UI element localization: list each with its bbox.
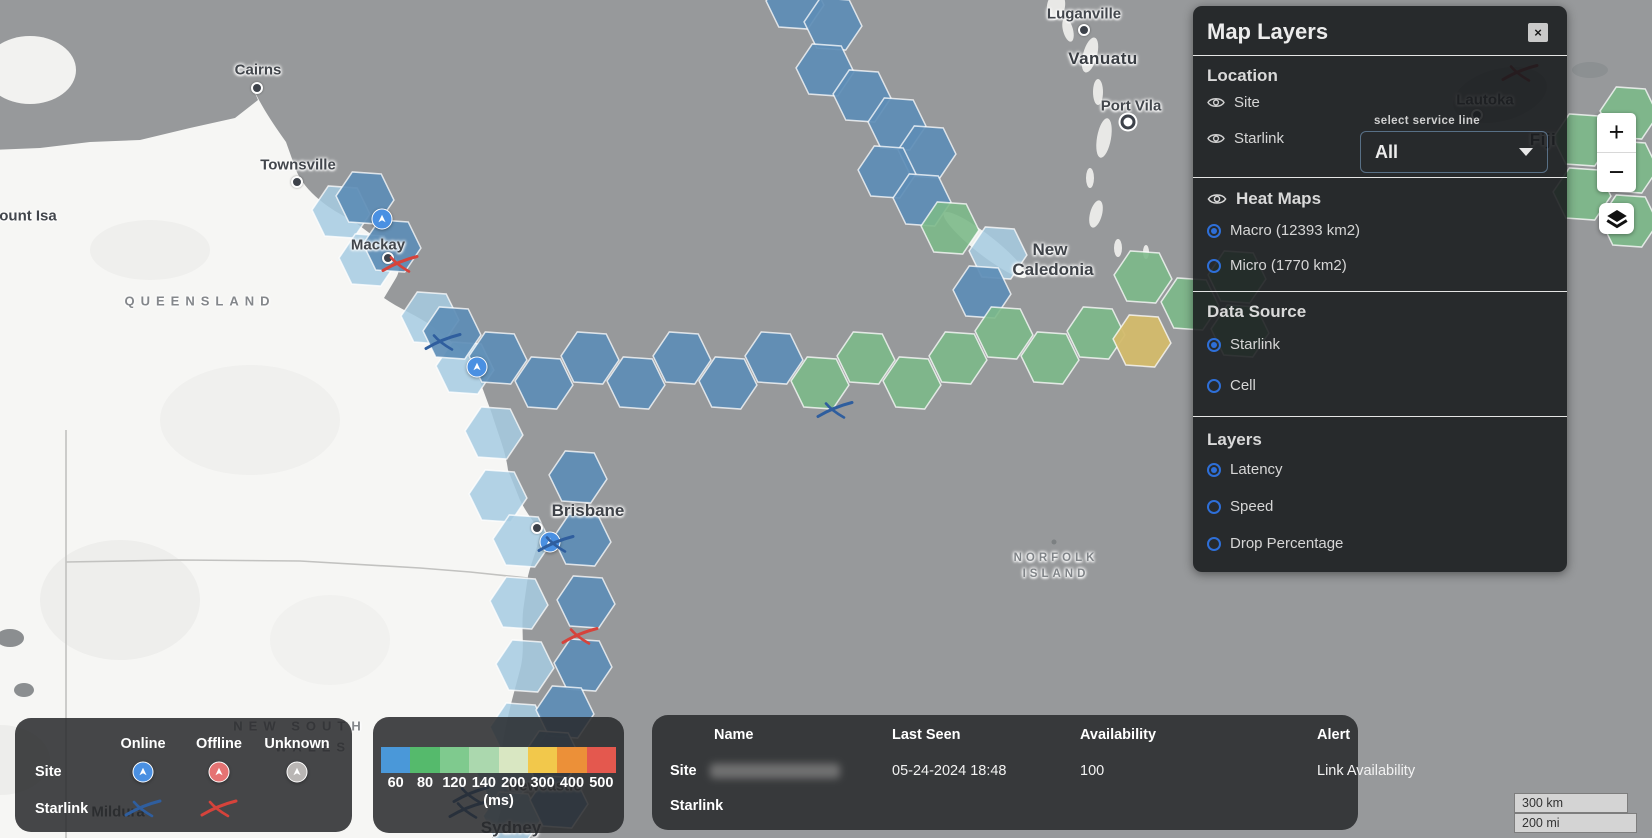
table-header-last-seen: Last Seen xyxy=(892,727,961,743)
latency-tick-label: 500 xyxy=(587,775,616,791)
location-section-title: Location xyxy=(1207,66,1278,86)
latency-color-swatch xyxy=(440,747,469,773)
location-starlink-label: Starlink xyxy=(1234,130,1284,147)
latency-tick-label: 140 xyxy=(469,775,498,791)
latency-color-bar xyxy=(381,747,616,773)
service-line-select-box[interactable]: All xyxy=(1360,131,1548,173)
table-row-starlink-label: Starlink xyxy=(670,798,723,814)
latency-tick-label: 300 xyxy=(528,775,557,791)
latency-color-swatch xyxy=(410,747,439,773)
map-viewport[interactable]: CairnsTownsvilleMackayBrisbaneSydneyNewc… xyxy=(0,0,1652,838)
status-legend-panel: Online Offline Unknown Site Starlink xyxy=(15,718,352,832)
heatmap-option-micro[interactable]: Micro (1770 km2) xyxy=(1207,257,1347,274)
site-unknown-icon xyxy=(287,762,308,783)
site-online-icon xyxy=(133,762,154,783)
radio-unselected-icon[interactable] xyxy=(1207,500,1221,514)
divider xyxy=(1193,55,1567,56)
legend-header-unknown: Unknown xyxy=(264,736,329,752)
data-source-section-title: Data Source xyxy=(1207,302,1306,322)
map-layers-panel: Map Layers × Location Site Starlink sele… xyxy=(1193,6,1567,572)
zoom-control: + − xyxy=(1597,113,1636,192)
latency-color-swatch xyxy=(381,747,410,773)
radio-unselected-icon[interactable] xyxy=(1207,537,1221,551)
site-availability: 100 xyxy=(1080,763,1104,779)
table-row-site-label: Site xyxy=(670,763,697,779)
legend-header-offline: Offline xyxy=(196,736,242,752)
scale-bar-mi: 200 mi xyxy=(1514,813,1637,833)
heat-maps-section-title[interactable]: Heat Maps xyxy=(1207,189,1321,209)
site-offline-icon xyxy=(209,762,230,783)
latency-color-swatch xyxy=(469,747,498,773)
datasource-option-cell[interactable]: Cell xyxy=(1207,377,1256,394)
radio-selected-icon[interactable] xyxy=(1207,224,1221,238)
starlink-online-icon xyxy=(124,799,162,819)
datasource-option-starlink[interactable]: Starlink xyxy=(1207,336,1280,353)
starlink-offline-icon xyxy=(200,799,238,819)
latency-scale-panel: 6080120140200300400500 (ms) xyxy=(373,717,624,833)
location-item-site[interactable]: Site xyxy=(1207,94,1260,111)
table-header-availability: Availability xyxy=(1080,727,1156,743)
location-site-label: Site xyxy=(1234,94,1260,111)
service-line-select[interactable]: select service line All xyxy=(1360,125,1548,173)
legend-row-site-label: Site xyxy=(35,764,62,780)
eye-icon[interactable] xyxy=(1207,132,1225,145)
radio-unselected-icon[interactable] xyxy=(1207,379,1221,393)
divider xyxy=(1193,177,1567,178)
zoom-in-button[interactable]: + xyxy=(1597,113,1636,153)
layer-option-drop-percentage[interactable]: Drop Percentage xyxy=(1207,535,1343,552)
latency-tick-label: 400 xyxy=(557,775,586,791)
latency-scale-unit: (ms) xyxy=(373,793,624,809)
eye-icon[interactable] xyxy=(1207,96,1225,109)
latency-tick-label: 80 xyxy=(410,775,439,791)
latency-tick-label: 60 xyxy=(381,775,410,791)
latency-tick-label: 200 xyxy=(499,775,528,791)
table-header-alert: Alert xyxy=(1317,727,1350,743)
map-layers-title: Map Layers xyxy=(1207,19,1328,45)
divider xyxy=(1193,416,1567,417)
latency-scale-ticks: 6080120140200300400500 xyxy=(381,775,616,791)
table-header-name: Name xyxy=(714,727,754,743)
latency-color-swatch xyxy=(528,747,557,773)
location-item-starlink[interactable]: Starlink xyxy=(1207,130,1284,147)
close-icon[interactable]: × xyxy=(1528,23,1548,42)
selected-site-table: Name Last Seen Availability Alert Site 0… xyxy=(652,715,1358,830)
chevron-down-icon xyxy=(1519,148,1533,156)
basemap-layers-button[interactable] xyxy=(1599,203,1634,234)
layers-icon xyxy=(1605,207,1629,231)
legend-row-starlink-label: Starlink xyxy=(35,801,88,817)
layer-option-latency[interactable]: Latency xyxy=(1207,461,1283,478)
layer-option-speed[interactable]: Speed xyxy=(1207,498,1273,515)
site-alert: Link Availability xyxy=(1317,763,1415,779)
latency-color-swatch xyxy=(587,747,616,773)
layers-section-title: Layers xyxy=(1207,430,1262,450)
service-line-selected-value: All xyxy=(1375,142,1398,163)
service-line-select-label: select service line xyxy=(1374,115,1480,127)
latency-color-swatch xyxy=(499,747,528,773)
radio-selected-icon[interactable] xyxy=(1207,338,1221,352)
radio-unselected-icon[interactable] xyxy=(1207,259,1221,273)
radio-selected-icon[interactable] xyxy=(1207,463,1221,477)
latency-tick-label: 120 xyxy=(440,775,469,791)
eye-icon[interactable] xyxy=(1207,192,1227,206)
latency-color-swatch xyxy=(557,747,586,773)
divider xyxy=(1193,291,1567,292)
site-last-seen: 05-24-2024 18:48 xyxy=(892,763,1007,779)
heatmap-option-macro[interactable]: Macro (12393 km2) xyxy=(1207,222,1360,239)
zoom-out-button[interactable]: − xyxy=(1597,153,1636,192)
scale-bar-km: 300 km xyxy=(1514,793,1628,813)
legend-header-online: Online xyxy=(120,736,165,752)
redacted-site-name xyxy=(710,764,840,779)
